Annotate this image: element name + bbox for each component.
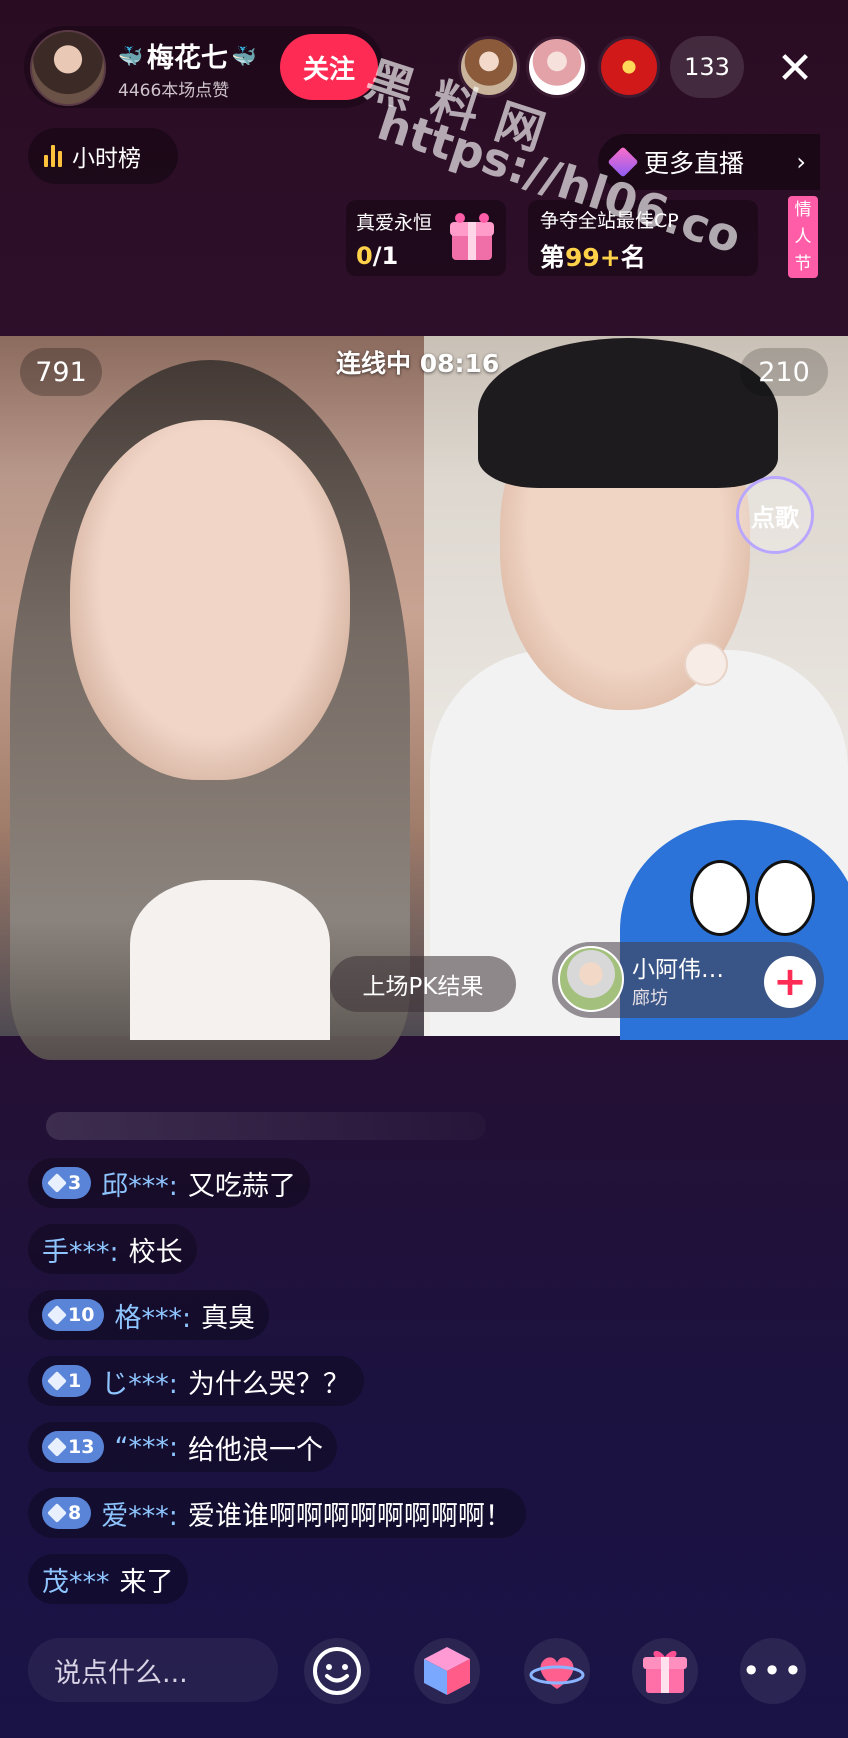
- chat-username: 手***:: [42, 1236, 119, 1268]
- chat-username: じ***:: [101, 1368, 178, 1400]
- emoji-icon[interactable]: [304, 1638, 370, 1704]
- chat-username: 爱***:: [101, 1500, 178, 1532]
- host-name: 🐳 梅花七 🐳: [118, 36, 257, 75]
- cp-rank-position: 第99+名: [540, 243, 646, 272]
- comment-input[interactable]: 说点什么...: [28, 1638, 278, 1702]
- whale-icon: 🐳: [118, 43, 143, 68]
- love-task-title: 真爱永恒: [356, 212, 433, 234]
- level-badge: 10: [42, 1299, 105, 1331]
- chat-text: 真臭: [201, 1302, 256, 1334]
- rank-bars-icon: [44, 145, 62, 167]
- host-video-face: [70, 420, 350, 780]
- faded-chat-row: [46, 1112, 486, 1140]
- gem-icon: [47, 1371, 67, 1391]
- chat-username: 格***:: [114, 1302, 192, 1334]
- level-badge: 1: [42, 1365, 92, 1397]
- chat-text: 给他浪一个: [188, 1434, 324, 1466]
- chat-text: 为什么哭？？: [187, 1368, 350, 1400]
- gem-icon: [47, 1173, 67, 1193]
- shirt-print-eye: [690, 860, 750, 936]
- viewer-avatar[interactable]: [526, 36, 588, 98]
- heart-planet-icon[interactable]: [524, 1638, 590, 1704]
- pk-result-button[interactable]: 上场PK结果: [330, 956, 516, 1012]
- cube-icon: [424, 1647, 470, 1695]
- guest-video-hair: [478, 338, 778, 488]
- more-icon[interactable]: •••: [740, 1638, 806, 1704]
- smiley-icon: [313, 1647, 361, 1695]
- gift-icon[interactable]: [632, 1638, 698, 1704]
- host-likes: 4466本场点赞: [118, 81, 230, 101]
- valentine-tag[interactable]: 情人节: [788, 196, 818, 278]
- cube-gift-icon[interactable]: [414, 1638, 480, 1704]
- link-status: 连线中 08:16: [336, 349, 500, 378]
- gem-icon: [47, 1437, 67, 1457]
- left-pk-score: 791: [20, 348, 102, 396]
- add-guest-icon[interactable]: +: [764, 956, 816, 1008]
- level-badge: 13: [42, 1431, 105, 1463]
- chat-message[interactable]: 1 じ***: 为什么哭？？: [28, 1356, 364, 1406]
- chat-message[interactable]: 13 “***: 给他浪一个: [28, 1422, 338, 1472]
- shirt-print-eye: [755, 860, 815, 936]
- chat-text: 又吃蒜了: [187, 1170, 296, 1202]
- hour-rank-label: 小时榜: [72, 146, 141, 172]
- chat-username: 茂***: [42, 1566, 110, 1598]
- chevron-right-icon: ›: [796, 148, 806, 176]
- song-request-button[interactable]: 点歌: [736, 476, 814, 554]
- level-badge: 3: [42, 1167, 92, 1199]
- chat-text: 校长: [128, 1236, 183, 1268]
- close-icon[interactable]: ✕: [772, 40, 818, 96]
- hour-rank-button[interactable]: 小时榜: [28, 128, 178, 184]
- chat-message[interactable]: 8 爱***: 爱谁谁啊啊啊啊啊啊啊啊！: [28, 1488, 526, 1538]
- heart-icon: [529, 1657, 585, 1689]
- level-badge: 8: [42, 1497, 92, 1529]
- chat-message[interactable]: 10 格***: 真臭: [28, 1290, 270, 1340]
- right-pk-score: 210: [740, 348, 828, 396]
- chat-username: 邱***:: [101, 1170, 178, 1202]
- gem-icon: [47, 1503, 67, 1523]
- chat-message[interactable]: 3 邱***: 又吃蒜了: [28, 1158, 310, 1208]
- chat-text: 爱谁谁啊啊啊啊啊啊啊啊！: [187, 1500, 512, 1532]
- host-name-text: 梅花七: [146, 43, 228, 74]
- guest-city: 廊坊: [632, 988, 668, 1009]
- viewer-count[interactable]: 133: [670, 36, 744, 98]
- chat-message[interactable]: 茂*** 来了: [28, 1554, 188, 1604]
- floating-touch-dot[interactable]: [684, 642, 728, 686]
- gem-icon: [47, 1305, 67, 1325]
- guest-name: 小阿伟…: [632, 957, 724, 983]
- host-avatar[interactable]: [30, 30, 106, 106]
- gift-box-icon: [643, 1650, 687, 1693]
- guest-avatar[interactable]: [558, 946, 624, 1012]
- love-task-progress: 0/1: [356, 242, 399, 270]
- whale-icon: 🐳: [231, 43, 257, 68]
- host-video-shirt: [130, 880, 330, 1040]
- gift-chest-icon: [450, 213, 494, 260]
- more-live-label: 更多直播: [644, 149, 745, 178]
- chat-username: “***:: [114, 1431, 179, 1463]
- chat-text: 来了: [119, 1566, 174, 1598]
- viewer-avatar[interactable]: [598, 36, 660, 98]
- chat-message[interactable]: 手***: 校长: [28, 1224, 197, 1274]
